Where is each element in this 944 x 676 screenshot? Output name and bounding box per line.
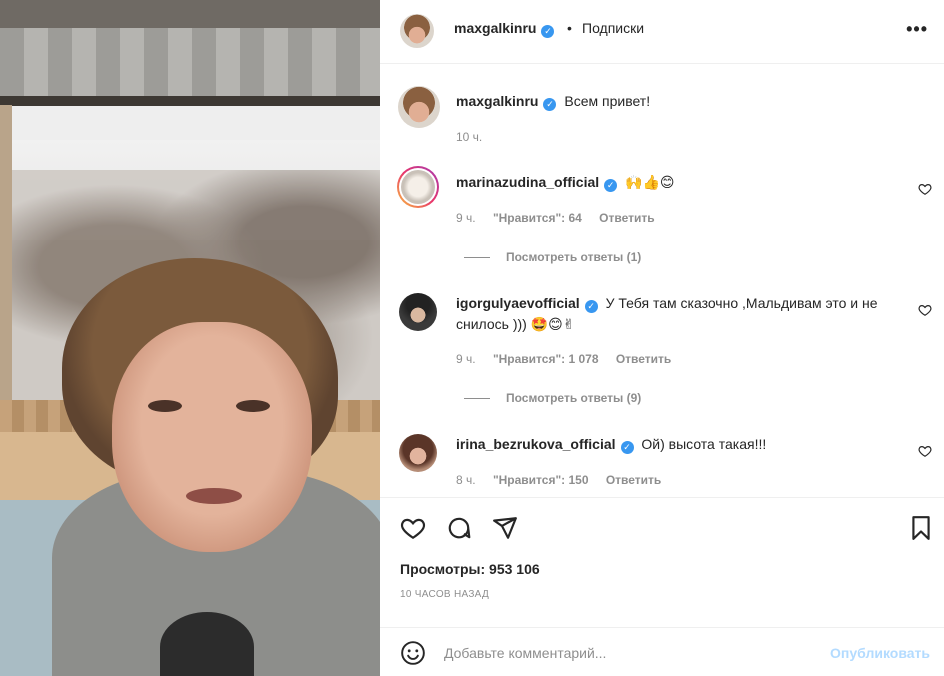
comment-author[interactable]: irina_bezrukova_official	[456, 436, 616, 452]
photo-roof-edge	[0, 96, 380, 106]
comment-meta: 8 ч. "Нравится": 150 Ответить	[456, 473, 675, 487]
verified-badge-icon: ✓	[620, 441, 634, 454]
action-bar	[380, 497, 944, 557]
view-count[interactable]: Просмотры: 953 106	[400, 561, 540, 577]
photo-shirt-print	[160, 612, 254, 676]
author-name[interactable]: maxgalkinru	[454, 20, 536, 36]
comment: igorgulyaevofficial ✓ У Тебя там сказочно…	[456, 293, 906, 335]
paper-plane-icon[interactable]	[492, 515, 518, 541]
replies-divider	[464, 257, 490, 259]
comment-author[interactable]: marinazudina_official	[456, 174, 599, 190]
view-replies-button[interactable]: Посмотреть ответы (9)	[464, 391, 641, 405]
caption-author[interactable]: maxgalkinru	[456, 93, 538, 109]
story-ring[interactable]	[397, 166, 439, 208]
caption: maxgalkinru ✓ Всем привет!	[456, 91, 650, 112]
comment-text: Ой) высота такая!!!	[641, 436, 767, 452]
post-panel: maxgalkinru ✓ • Подписки ••• maxgalkinru ✓…	[380, 0, 944, 676]
comment-author[interactable]: igorgulyaevofficial	[456, 295, 580, 311]
comment-time: 9 ч.	[456, 352, 476, 366]
photo-roof-beam	[0, 0, 380, 28]
caption-text: Всем привет!	[564, 93, 651, 109]
comment: irina_bezrukova_official ✓ Ой) высота так…	[456, 434, 906, 455]
comment: marinazudina_official ✓ 🙌👍😊	[456, 172, 886, 193]
comment-time: 8 ч.	[456, 473, 476, 487]
comment-likes[interactable]: "Нравится": 150	[493, 473, 589, 487]
reply-button[interactable]: Ответить	[606, 473, 661, 487]
comment-composer: Опубликовать	[380, 627, 944, 676]
following-button[interactable]: Подписки	[582, 20, 644, 36]
photo-mouth	[186, 488, 242, 504]
bookmark-icon[interactable]	[908, 515, 934, 541]
heart-icon[interactable]	[918, 444, 932, 458]
verified-badge-icon: ✓	[584, 300, 598, 313]
publish-button[interactable]: Опубликовать	[830, 645, 930, 661]
post-photo[interactable]	[0, 0, 380, 676]
comment-bubble-icon[interactable]	[446, 515, 472, 541]
comment-meta: 9 ч. "Нравится": 1 078 Ответить	[456, 352, 685, 366]
reply-button[interactable]: Ответить	[616, 352, 671, 366]
heart-icon[interactable]	[918, 303, 932, 317]
verified-badge-icon: ✓	[543, 98, 557, 111]
view-replies-button[interactable]: Посмотреть ответы (1)	[464, 250, 641, 264]
smiley-icon[interactable]	[400, 640, 426, 666]
caption-time: 10 ч.	[456, 130, 483, 144]
ellipsis-icon[interactable]: •••	[906, 20, 928, 38]
author-avatar[interactable]	[400, 14, 434, 48]
comment-time: 9 ч.	[456, 211, 476, 225]
heart-icon[interactable]	[918, 182, 932, 196]
comment-likes[interactable]: "Нравится": 64	[493, 211, 582, 225]
commenter-avatar[interactable]	[399, 434, 437, 472]
verified-badge-icon: ✓	[604, 179, 618, 192]
comment-meta: 9 ч. "Нравится": 64 Ответить	[456, 211, 669, 225]
post-timestamp[interactable]: 10 часов назад	[400, 589, 489, 600]
commenter-avatar[interactable]	[399, 293, 437, 331]
caption-avatar[interactable]	[398, 86, 440, 128]
commenter-avatar[interactable]	[401, 170, 435, 204]
photo-window-frame	[0, 105, 12, 435]
heart-icon[interactable]	[400, 515, 426, 541]
header-separator: •	[567, 20, 572, 36]
comment-likes[interactable]: "Нравится": 1 078	[493, 352, 599, 366]
author-name-link[interactable]: maxgalkinru ✓	[454, 20, 555, 38]
comment-input[interactable]	[444, 638, 814, 668]
photo-eye	[236, 400, 270, 412]
post-header: maxgalkinru ✓ • Подписки •••	[380, 0, 944, 64]
comment-text: 🙌👍😊	[625, 174, 675, 190]
view-replies-label[interactable]: Посмотреть ответы (1)	[506, 250, 641, 264]
verified-badge-icon: ✓	[541, 25, 555, 38]
view-replies-label[interactable]: Посмотреть ответы (9)	[506, 391, 641, 405]
replies-divider	[464, 398, 490, 400]
reply-button[interactable]: Ответить	[599, 211, 654, 225]
photo-eye	[148, 400, 182, 412]
photo-face	[112, 322, 312, 552]
